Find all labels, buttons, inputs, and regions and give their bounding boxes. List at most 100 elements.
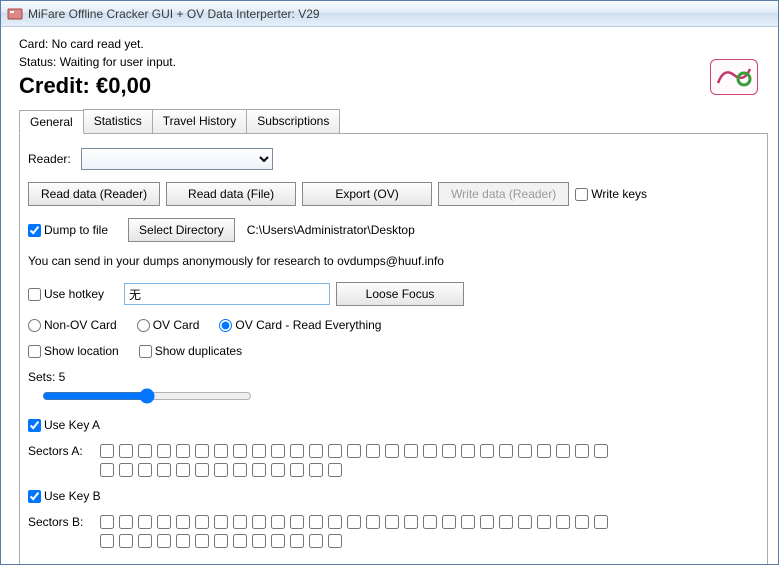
sector-checkbox[interactable]: [499, 444, 513, 458]
sector-checkbox[interactable]: [404, 444, 418, 458]
sector-checkbox[interactable]: [347, 444, 361, 458]
sector-checkbox[interactable]: [157, 515, 171, 529]
sector-checkbox[interactable]: [119, 463, 133, 477]
sector-checkbox[interactable]: [271, 515, 285, 529]
sector-checkbox[interactable]: [271, 534, 285, 548]
sector-checkbox[interactable]: [328, 534, 342, 548]
dump-to-file-checkbox[interactable]: [28, 224, 41, 237]
sector-checkbox[interactable]: [119, 515, 133, 529]
sector-checkbox[interactable]: [347, 515, 361, 529]
hotkey-input[interactable]: [124, 283, 330, 305]
sector-checkbox[interactable]: [119, 534, 133, 548]
reader-combo[interactable]: [81, 148, 273, 170]
sector-checkbox[interactable]: [252, 534, 266, 548]
sector-checkbox[interactable]: [442, 515, 456, 529]
loose-focus-button[interactable]: Loose Focus: [336, 282, 464, 306]
sector-checkbox[interactable]: [214, 515, 228, 529]
use-hotkey-checkbox-label[interactable]: Use hotkey: [28, 287, 104, 301]
use-hotkey-checkbox[interactable]: [28, 288, 41, 301]
tab-statistics[interactable]: Statistics: [83, 109, 153, 133]
sector-checkbox[interactable]: [518, 515, 532, 529]
tab-general[interactable]: General: [19, 110, 84, 134]
read-data-reader-button[interactable]: Read data (Reader): [28, 182, 160, 206]
sector-checkbox[interactable]: [100, 515, 114, 529]
use-key-a-checkbox[interactable]: [28, 419, 41, 432]
tab-travel-history[interactable]: Travel History: [152, 109, 248, 133]
sector-checkbox[interactable]: [423, 515, 437, 529]
non-ov-radio[interactable]: [28, 319, 41, 332]
sector-checkbox[interactable]: [309, 463, 323, 477]
sector-checkbox[interactable]: [233, 515, 247, 529]
export-ov-button[interactable]: Export (OV): [302, 182, 432, 206]
sector-checkbox[interactable]: [271, 463, 285, 477]
sector-checkbox[interactable]: [271, 444, 285, 458]
sector-checkbox[interactable]: [214, 444, 228, 458]
sector-checkbox[interactable]: [480, 444, 494, 458]
sector-checkbox[interactable]: [461, 444, 475, 458]
sector-checkbox[interactable]: [214, 534, 228, 548]
sector-checkbox[interactable]: [195, 463, 209, 477]
sector-checkbox[interactable]: [252, 444, 266, 458]
sector-checkbox[interactable]: [138, 444, 152, 458]
show-location-checkbox-label[interactable]: Show location: [28, 344, 119, 358]
use-key-b-checkbox[interactable]: [28, 490, 41, 503]
sector-checkbox[interactable]: [594, 444, 608, 458]
write-keys-checkbox-label[interactable]: Write keys: [575, 187, 647, 201]
sector-checkbox[interactable]: [100, 463, 114, 477]
ov-radio-label[interactable]: OV Card: [137, 318, 200, 332]
sector-checkbox[interactable]: [176, 463, 190, 477]
sector-checkbox[interactable]: [100, 534, 114, 548]
use-key-b-checkbox-label[interactable]: Use Key B: [28, 489, 101, 503]
sector-checkbox[interactable]: [119, 444, 133, 458]
show-location-checkbox[interactable]: [28, 345, 41, 358]
sector-checkbox[interactable]: [233, 444, 247, 458]
sector-checkbox[interactable]: [575, 444, 589, 458]
sets-slider[interactable]: [42, 388, 252, 404]
sector-checkbox[interactable]: [480, 515, 494, 529]
sector-checkbox[interactable]: [556, 515, 570, 529]
dump-to-file-checkbox-label[interactable]: Dump to file: [28, 223, 108, 237]
sector-checkbox[interactable]: [233, 534, 247, 548]
sector-checkbox[interactable]: [138, 534, 152, 548]
sector-checkbox[interactable]: [290, 515, 304, 529]
sector-checkbox[interactable]: [385, 515, 399, 529]
sector-checkbox[interactable]: [518, 444, 532, 458]
sector-checkbox[interactable]: [461, 515, 475, 529]
sector-checkbox[interactable]: [176, 534, 190, 548]
select-directory-button[interactable]: Select Directory: [128, 218, 235, 242]
sector-checkbox[interactable]: [138, 463, 152, 477]
sector-checkbox[interactable]: [290, 534, 304, 548]
sector-checkbox[interactable]: [309, 515, 323, 529]
sector-checkbox[interactable]: [366, 515, 380, 529]
non-ov-radio-label[interactable]: Non-OV Card: [28, 318, 117, 332]
sector-checkbox[interactable]: [176, 444, 190, 458]
sector-checkbox[interactable]: [556, 444, 570, 458]
sector-checkbox[interactable]: [252, 463, 266, 477]
sector-checkbox[interactable]: [499, 515, 513, 529]
sector-checkbox[interactable]: [594, 515, 608, 529]
ov-radio[interactable]: [137, 319, 150, 332]
sector-checkbox[interactable]: [157, 444, 171, 458]
sector-checkbox[interactable]: [290, 444, 304, 458]
sector-checkbox[interactable]: [290, 463, 304, 477]
ov-all-radio-label[interactable]: OV Card - Read Everything: [219, 318, 381, 332]
sector-checkbox[interactable]: [233, 463, 247, 477]
sector-checkbox[interactable]: [385, 444, 399, 458]
sector-checkbox[interactable]: [309, 534, 323, 548]
ov-all-radio[interactable]: [219, 319, 232, 332]
sector-checkbox[interactable]: [328, 515, 342, 529]
sector-checkbox[interactable]: [537, 444, 551, 458]
sector-checkbox[interactable]: [252, 515, 266, 529]
read-data-file-button[interactable]: Read data (File): [166, 182, 296, 206]
sector-checkbox[interactable]: [442, 444, 456, 458]
sector-checkbox[interactable]: [575, 515, 589, 529]
use-key-a-checkbox-label[interactable]: Use Key A: [28, 418, 100, 432]
sector-checkbox[interactable]: [195, 534, 209, 548]
show-duplicates-checkbox[interactable]: [139, 345, 152, 358]
sector-checkbox[interactable]: [100, 444, 114, 458]
sector-checkbox[interactable]: [195, 515, 209, 529]
sector-checkbox[interactable]: [157, 463, 171, 477]
sector-checkbox[interactable]: [423, 444, 437, 458]
sector-checkbox[interactable]: [328, 463, 342, 477]
sector-checkbox[interactable]: [138, 515, 152, 529]
